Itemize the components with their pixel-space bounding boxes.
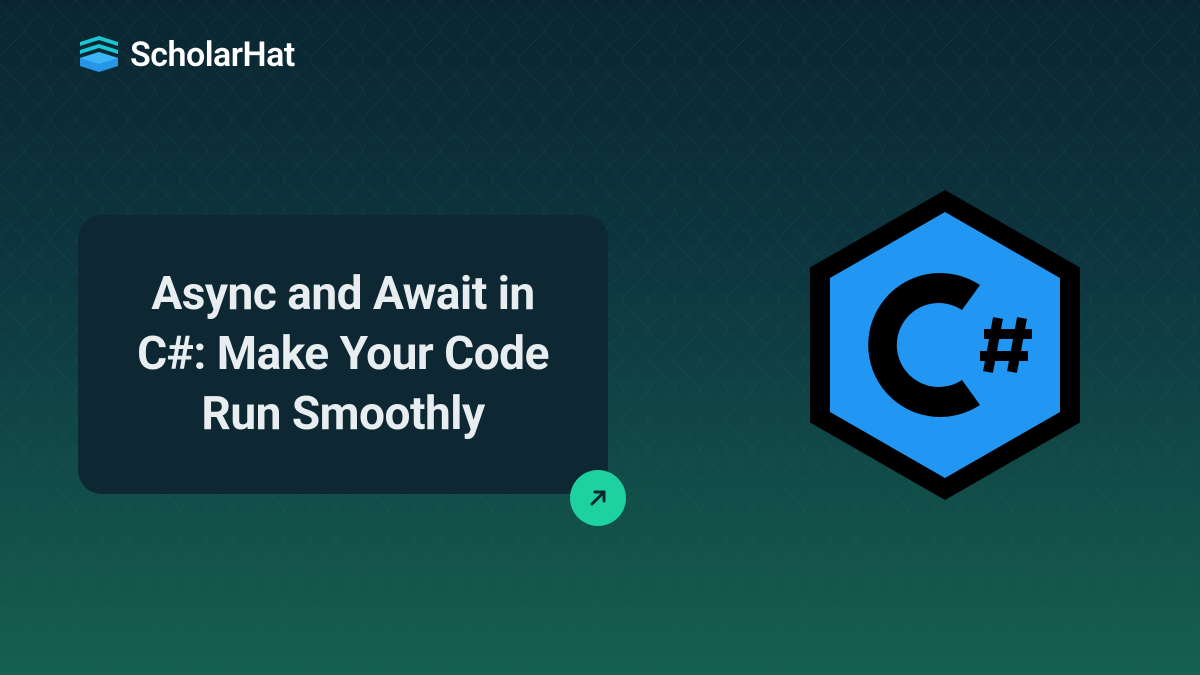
arrow-up-right-icon bbox=[586, 486, 610, 510]
page-title: Async and Await in C#: Make Your Code Ru… bbox=[113, 265, 573, 444]
brand-logo: ScholarHat bbox=[78, 35, 295, 75]
brand-name: ScholarHat bbox=[130, 35, 295, 75]
csharp-logo bbox=[780, 180, 1110, 510]
scholarhat-icon bbox=[78, 36, 120, 74]
title-card: Async and Await in C#: Make Your Code Ru… bbox=[78, 215, 608, 494]
arrow-badge bbox=[570, 470, 626, 526]
